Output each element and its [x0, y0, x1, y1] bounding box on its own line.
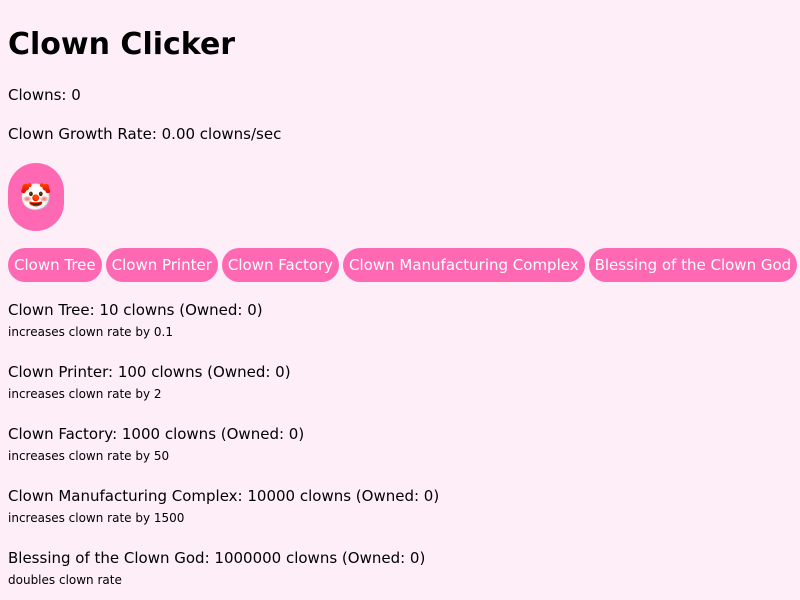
upgrade-item-clown-printer: Clown Printer: 100 clowns (Owned: 0) inc…	[8, 362, 792, 402]
clown-growth-rate: Clown Growth Rate: 0.00 clowns/sec	[8, 125, 282, 143]
upgrade-description: increases clown rate by 1500	[8, 511, 185, 525]
upgrade-item-clown-tree: Clown Tree: 10 clowns (Owned: 0) increas…	[8, 300, 792, 340]
purchase-buttons: Clown Tree Clown Printer Clown Factory C…	[8, 248, 798, 282]
upgrade-title: Clown Manufacturing Complex: 10000 clown…	[8, 487, 440, 505]
buy-clown-printer-button[interactable]: Clown Printer	[105, 248, 218, 282]
clown-click-button[interactable]: 🤡	[8, 163, 64, 231]
buy-clown-tree-button[interactable]: Clown Tree	[8, 248, 102, 282]
upgrade-list: Clown Tree: 10 clowns (Owned: 0) increas…	[8, 300, 792, 588]
clown-face-icon: 🤡	[19, 181, 53, 212]
clown-count: Clowns: 0	[8, 86, 81, 104]
buy-blessing-of-the-clown-god-button[interactable]: Blessing of the Clown God	[588, 248, 798, 282]
upgrade-title: Blessing of the Clown God: 1000000 clown…	[8, 549, 426, 567]
upgrade-description: increases clown rate by 0.1	[8, 325, 173, 339]
upgrade-title: Clown Tree: 10 clowns (Owned: 0)	[8, 301, 263, 319]
upgrade-description: increases clown rate by 2	[8, 387, 162, 401]
upgrade-title: Clown Factory: 1000 clowns (Owned: 0)	[8, 425, 305, 443]
page-title: Clown Clicker	[8, 27, 236, 62]
page: Clown Clicker Clowns: 0 Clown Growth Rat…	[0, 0, 800, 588]
upgrade-description: increases clown rate by 50	[8, 449, 170, 463]
upgrade-item-clown-factory: Clown Factory: 1000 clowns (Owned: 0) in…	[8, 424, 792, 464]
upgrade-title: Clown Printer: 100 clowns (Owned: 0)	[8, 363, 291, 381]
upgrade-description: doubles clown rate	[8, 573, 122, 587]
upgrade-item-blessing-of-the-clown-god: Blessing of the Clown God: 1000000 clown…	[8, 548, 792, 588]
upgrade-item-clown-manufacturing-complex: Clown Manufacturing Complex: 10000 clown…	[8, 486, 792, 526]
buy-clown-manufacturing-complex-button[interactable]: Clown Manufacturing Complex	[343, 248, 585, 282]
buy-clown-factory-button[interactable]: Clown Factory	[221, 248, 340, 282]
